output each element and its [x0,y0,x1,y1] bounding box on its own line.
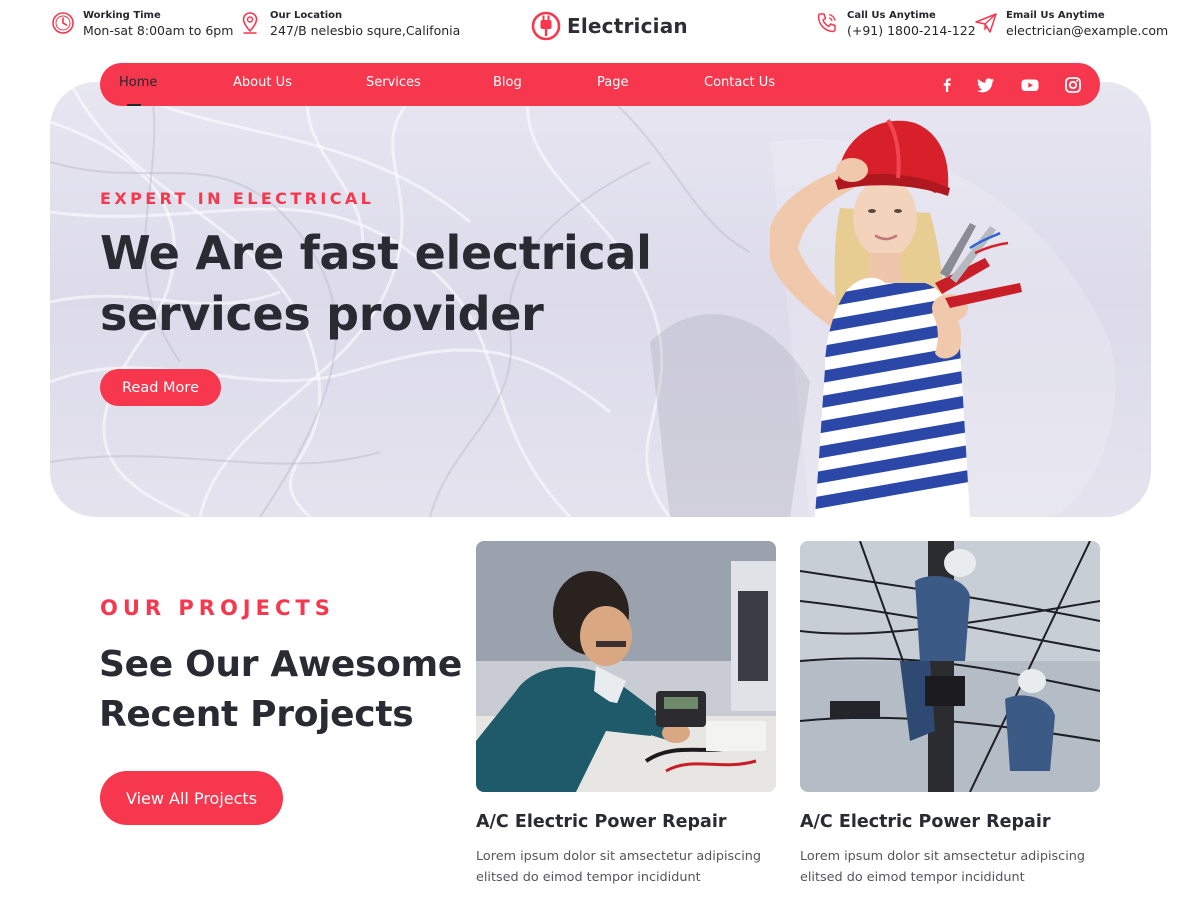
nav-item-page[interactable]: Page [597,75,628,90]
project-card[interactable]: A/C Electric Power Repair Lorem ipsum do… [476,541,776,885]
top-info-bar: Working Time Mon-sat 8:00am to 6pm Our L… [0,0,1200,56]
read-more-button[interactable]: Read More [100,369,221,406]
project-description: Lorem ipsum dolor sit amsectetur adipisc… [800,849,1086,885]
view-all-projects-button[interactable]: View All Projects [100,771,283,825]
project-title[interactable]: A/C Electric Power Repair [800,812,1050,832]
electrician-woman-image [770,118,1022,517]
instagram-icon[interactable] [1063,75,1083,95]
map-pin-icon [242,12,258,34]
email-label: Email Us Anytime [1006,10,1105,21]
hero-banner: EXPERT IN ELECTRICAL We Are fast electri… [50,82,1151,517]
phone-info[interactable]: Call Us Anytime (+91) 1800-214-122 [815,9,976,39]
email-value: electrician@example.com [1006,23,1169,38]
nav-item-about-us[interactable]: About Us [233,75,292,90]
working-time-label: Working Time [83,10,161,21]
nav-item-blog[interactable]: Blog [493,75,522,90]
phone-label: Call Us Anytime [847,10,936,21]
nav-item-home[interactable]: Home [119,75,157,90]
phone-value: (+91) 1800-214-122 [847,23,976,38]
location-value: 247/B nelesbio squre,Califonia [270,23,461,38]
youtube-icon[interactable] [1020,75,1040,95]
location-label: Our Location [270,10,343,21]
project-image-soldering[interactable] [476,541,776,792]
clock-icon [52,12,74,34]
working-time-info: Working Time Mon-sat 8:00am to 6pm [51,9,233,39]
plug-logo-icon [531,11,561,41]
location-info: Our Location 247/B nelesbio squre,Califo… [238,9,460,39]
twitter-icon[interactable] [976,75,996,95]
project-description: Lorem ipsum dolor sit amsectetur adipisc… [476,849,762,885]
facebook-icon[interactable] [937,75,957,95]
project-card[interactable]: A/C Electric Power Repair Lorem ipsum do… [800,541,1100,885]
projects-title: See Our Awesome Recent Projects [99,644,462,735]
project-title[interactable]: A/C Electric Power Repair [476,812,726,832]
brand-logo[interactable]: Electrician [531,11,688,41]
nav-active-indicator [127,104,141,106]
hero-title: We Are fast electrical services provider [100,226,652,341]
paper-plane-icon [975,13,997,33]
working-time-value: Mon-sat 8:00am to 6pm [83,23,234,38]
email-info[interactable]: Email Us Anytime electrician@example.com [974,9,1168,39]
nav-item-services[interactable]: Services [366,75,421,90]
projects-eyebrow: OUR PROJECTS [100,596,335,620]
project-image-power-pole[interactable] [800,541,1100,792]
phone-icon [817,13,836,33]
main-nav: Home About Us Services Blog Page Contact… [100,63,1100,106]
nav-item-contact-us[interactable]: Contact Us [704,75,775,90]
brand-name: Electrician [567,14,688,38]
hero-eyebrow: EXPERT IN ELECTRICAL [100,189,375,208]
